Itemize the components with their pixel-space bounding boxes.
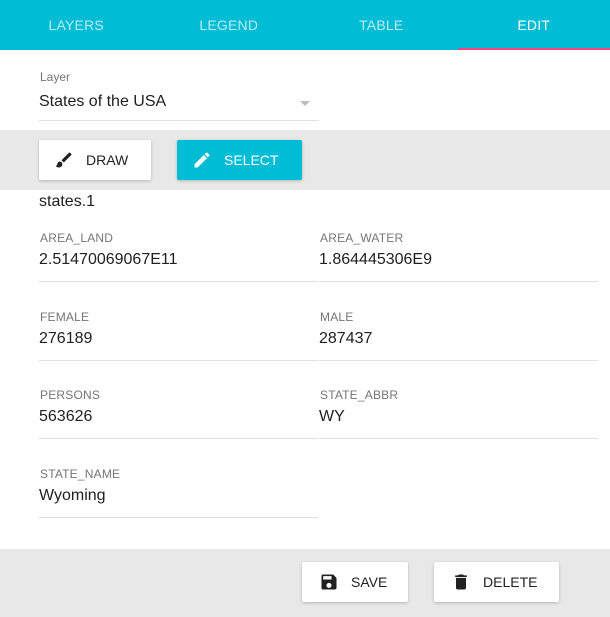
- field-area-water[interactable]: AREA_WATER 1.864445306E9: [319, 231, 598, 282]
- delete-button-label: DELETE: [483, 574, 538, 590]
- draw-button-label: DRAW: [86, 152, 129, 168]
- select-button[interactable]: SELECT: [177, 140, 302, 180]
- field-persons[interactable]: PERSONS 563626: [39, 388, 318, 439]
- select-button-label: SELECT: [224, 152, 279, 168]
- field-value: 287437: [319, 330, 373, 347]
- field-area-land[interactable]: AREA_LAND 2.51470069067E11: [39, 231, 318, 282]
- field-male[interactable]: MALE 287437: [319, 310, 598, 361]
- tab-bar: LAYERS LEGEND TABLE EDIT: [0, 0, 610, 50]
- field-state-abbr[interactable]: STATE_ABBR WY: [319, 388, 598, 439]
- field-value: 563626: [39, 408, 93, 425]
- pencil-icon: [191, 149, 213, 171]
- field-label: AREA_WATER: [320, 231, 404, 245]
- trash-icon: [450, 571, 472, 593]
- field-label: FEMALE: [40, 310, 90, 324]
- save-button-label: SAVE: [351, 574, 388, 590]
- tab-layers[interactable]: LAYERS: [0, 0, 153, 50]
- tab-table[interactable]: TABLE: [305, 0, 458, 50]
- field-value: 1.864445306E9: [319, 251, 432, 268]
- edit-toolbar: DRAW SELECT: [0, 130, 610, 190]
- feature-id: states.1: [39, 193, 96, 210]
- floppy-disk-icon: [318, 571, 340, 593]
- field-value: 2.51470069067E11: [39, 251, 178, 268]
- field-label: STATE_ABBR: [320, 388, 399, 402]
- field-value: WY: [319, 408, 345, 425]
- tab-legend[interactable]: LEGEND: [153, 0, 306, 50]
- field-female[interactable]: FEMALE 276189: [39, 310, 318, 361]
- tab-edit[interactable]: EDIT: [457, 0, 610, 50]
- field-label: PERSONS: [40, 388, 101, 402]
- layer-select[interactable]: Layer States of the USA: [39, 70, 319, 121]
- draw-button[interactable]: DRAW: [39, 140, 151, 180]
- save-button[interactable]: SAVE: [302, 562, 408, 602]
- brush-icon: [53, 149, 75, 171]
- layer-select-label: Layer: [40, 70, 71, 84]
- caret-down-icon: [300, 101, 310, 106]
- delete-button[interactable]: DELETE: [434, 562, 559, 602]
- layer-select-value: States of the USA: [39, 93, 167, 110]
- field-label: STATE_NAME: [40, 467, 121, 481]
- field-value: 276189: [39, 330, 93, 347]
- edit-footer: SAVE DELETE: [0, 549, 610, 617]
- field-label: MALE: [320, 310, 354, 324]
- field-value: Wyoming: [39, 487, 106, 504]
- field-label: AREA_LAND: [40, 231, 114, 245]
- field-state-name[interactable]: STATE_NAME Wyoming: [39, 467, 318, 518]
